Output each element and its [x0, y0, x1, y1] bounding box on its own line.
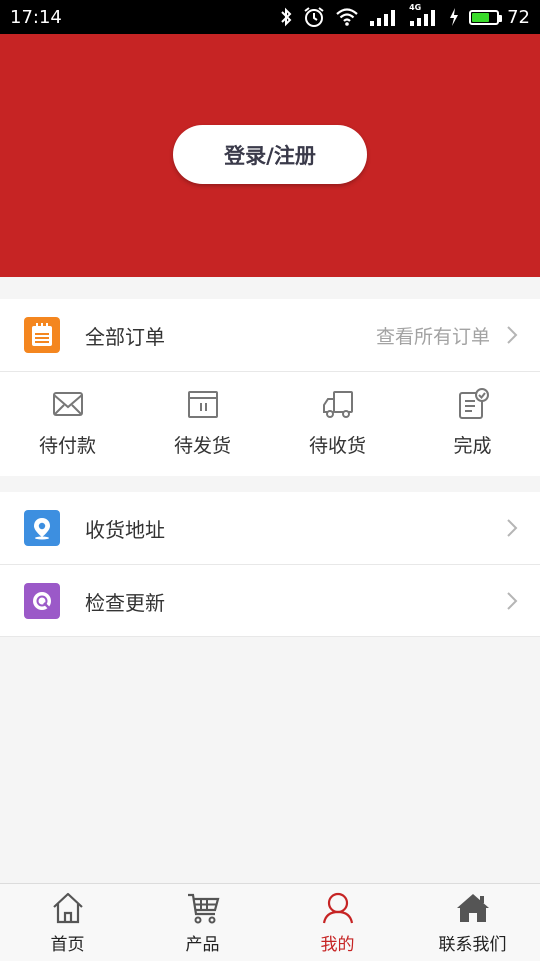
all-orders-row[interactable]: 全部订单 查看所有订单: [0, 299, 540, 371]
pending-receipt-label: 待收货: [308, 435, 366, 457]
cart-icon: [187, 893, 219, 924]
pending-payment-icon: [52, 392, 83, 416]
login-register-button[interactable]: 登录/注册: [173, 125, 367, 184]
view-all-orders-link[interactable]: 查看所有订单: [376, 322, 490, 349]
update-icon: [24, 583, 60, 619]
all-orders-label: 全部订单: [85, 324, 165, 349]
home-outline-icon: [52, 892, 83, 924]
bluetooth-icon: [281, 7, 292, 27]
status-bar: 17:14 4G 72: [0, 0, 540, 34]
check-update-row[interactable]: 检查更新: [0, 565, 540, 637]
alarm-icon: [304, 7, 324, 27]
order-list-icon: [24, 317, 60, 353]
nav-products-label: 产品: [185, 935, 220, 955]
completed-button[interactable]: 完成: [405, 373, 540, 476]
check-update-label: 检查更新: [85, 590, 165, 615]
wifi-icon: [336, 8, 358, 26]
pending-shipment-icon: [187, 391, 218, 418]
chevron-right-icon: [507, 519, 518, 537]
nav-mine[interactable]: 我的: [270, 884, 405, 961]
nav-contact[interactable]: 联系我们: [405, 884, 540, 961]
pending-receipt-button[interactable]: 待收货: [270, 373, 405, 476]
pending-shipment-label: 待发货: [173, 435, 231, 457]
shipping-address-label: 收货地址: [85, 517, 165, 542]
bottom-nav: 首页 产品 我的 联系我们: [0, 883, 540, 961]
nav-mine-label: 我的: [320, 935, 355, 955]
signal-4g-icon: 4G: [409, 3, 439, 27]
nav-products[interactable]: 产品: [135, 884, 270, 961]
location-icon: [24, 510, 60, 546]
signal-icon: [370, 10, 396, 26]
chevron-right-icon: [507, 592, 518, 610]
chevron-right-icon: [507, 326, 518, 344]
charging-icon: [450, 8, 459, 26]
user-icon: [322, 892, 353, 924]
pending-payment-button[interactable]: 待付款: [0, 373, 135, 476]
pending-shipment-button[interactable]: 待发货: [135, 373, 270, 476]
pending-receipt-icon: [322, 391, 353, 418]
status-time: 17:14: [10, 6, 62, 28]
nav-contact-label: 联系我们: [438, 935, 507, 955]
shipping-address-row[interactable]: 收货地址: [0, 492, 540, 564]
battery-icon: 72: [469, 7, 530, 28]
order-status-row: 待付款 待发货 待收货 完成: [0, 373, 540, 476]
settings-card: 收货地址 检查更新: [0, 492, 540, 637]
nav-home-label: 首页: [50, 935, 85, 955]
profile-header: 登录/注册: [0, 34, 540, 277]
pending-payment-label: 待付款: [38, 435, 96, 457]
battery-level: 72: [507, 6, 530, 28]
home-filled-icon: [456, 894, 489, 922]
nav-home[interactable]: 首页: [0, 884, 135, 961]
completed-label: 完成: [453, 435, 492, 457]
completed-icon: [458, 388, 489, 419]
divider: [0, 636, 540, 637]
divider: [0, 371, 540, 372]
